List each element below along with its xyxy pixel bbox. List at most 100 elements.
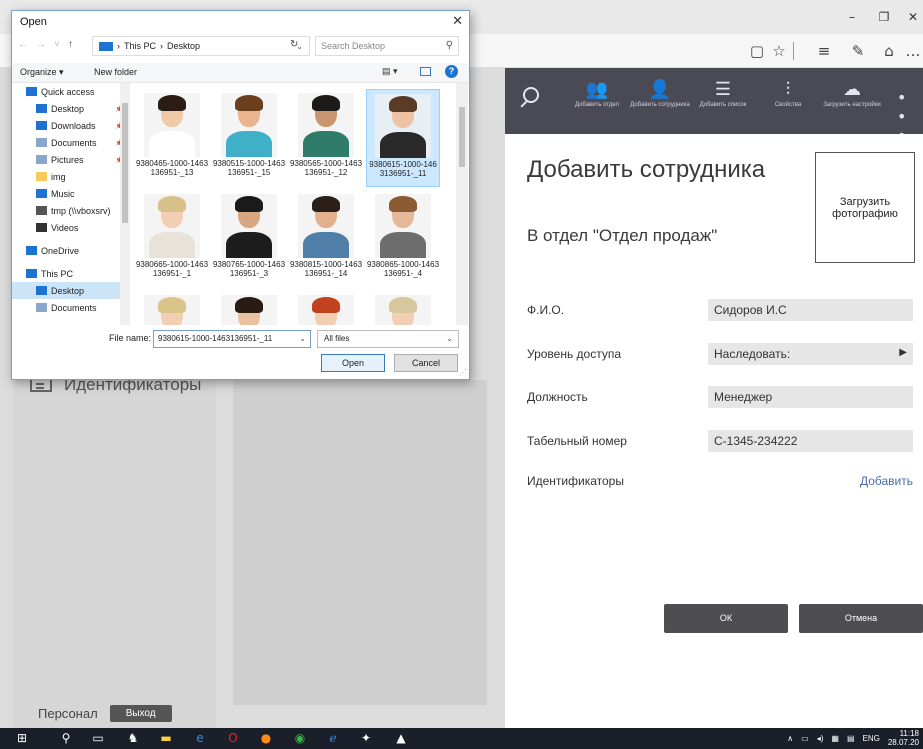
file-type-select[interactable]: All files ⌄ <box>317 330 459 348</box>
personal-tab[interactable]: Персонал <box>38 706 98 721</box>
add-list-button[interactable]: ☰ Добавить список <box>693 76 753 109</box>
restore-button[interactable]: ❐ <box>874 8 894 26</box>
file-explorer-icon[interactable]: ▬ <box>158 731 174 746</box>
file-item[interactable] <box>212 291 286 325</box>
web-note-icon[interactable]: ✎ <box>847 40 869 62</box>
notification-icon[interactable]: ▤ <box>847 734 855 743</box>
fullname-field[interactable]: Сидоров И.С <box>708 299 913 321</box>
position-field[interactable]: Менеджер <box>708 386 913 408</box>
dialog-command-bar: Organize ▾ New folder ▤ ▾ ? <box>12 63 469 83</box>
help-icon[interactable]: ? <box>445 65 458 78</box>
up-arrow-icon[interactable]: ↑ <box>68 39 73 50</box>
organize-menu[interactable]: Organize ▾ <box>20 67 64 78</box>
more-icon[interactable]: … <box>902 40 923 62</box>
preview-pane-icon[interactable] <box>420 67 431 76</box>
access-level-select[interactable]: Наследовать: ▶ <box>708 343 913 365</box>
file-item[interactable]: 9380465-1000-1463136951-_13 <box>135 89 209 187</box>
resize-grip-icon[interactable]: ⋰ <box>459 368 467 377</box>
tree-item[interactable]: img <box>12 168 130 185</box>
forward-arrow-icon[interactable]: → <box>36 39 46 50</box>
upload-photo-button[interactable]: Загрузить фотографию <box>815 152 915 263</box>
open-button[interactable]: Open <box>321 354 385 372</box>
app-icon[interactable]: ♞ <box>125 731 141 746</box>
tree-item[interactable]: Quick access <box>12 83 130 100</box>
tree-item[interactable]: This PC <box>12 265 130 282</box>
portrait-thumbnail <box>298 194 354 258</box>
cancel-button[interactable]: Отмена <box>799 604 923 633</box>
new-folder-button[interactable]: New folder <box>94 67 137 77</box>
start-icon[interactable]: ⊞ <box>14 731 30 746</box>
scrollbar-thumb[interactable] <box>459 107 465 167</box>
file-item[interactable]: 9380765-1000-1463136951-_3 <box>212 190 286 288</box>
network-icon[interactable]: ▭ <box>801 734 809 743</box>
ok-button[interactable]: ОК <box>664 604 788 633</box>
dialog-cancel-button[interactable]: Cancel <box>394 354 458 372</box>
browser-close-button[interactable]: ✕ <box>903 8 923 26</box>
chevron-down-icon[interactable]: ⌄ <box>299 334 306 343</box>
file-item[interactable] <box>366 291 440 325</box>
file-item[interactable]: 9380565-1000-1463136951-_12 <box>289 89 363 187</box>
firefox-icon[interactable]: ● <box>258 731 274 746</box>
add-employee-button[interactable]: 👤 Добавить сотрудника <box>630 76 690 109</box>
breadcrumb-this-pc[interactable]: This PC <box>124 41 156 51</box>
internet-explorer-icon[interactable]: ℯ <box>325 731 341 746</box>
hub-icon[interactable]: ≡ <box>813 40 835 62</box>
tree-item[interactable]: Desktop <box>12 282 130 299</box>
file-grid: 9380465-1000-1463136951-_13 9380515-1000-… <box>133 83 456 325</box>
refresh-icon[interactable]: ↻ <box>290 39 298 50</box>
dialog-close-button[interactable]: ✕ <box>452 13 463 29</box>
tree-item[interactable]: Downloads📌 <box>12 117 130 134</box>
properties-button[interactable]: ⫶ Свойства <box>758 76 818 109</box>
file-item[interactable] <box>289 291 363 325</box>
photos-icon[interactable]: ▲ <box>393 731 409 746</box>
search-desktop-input[interactable]: Search Desktop ⚲ <box>315 36 459 56</box>
view-options-icon[interactable]: ▤ ▾ <box>382 66 398 77</box>
add-employee-icon: 👤 <box>648 79 672 99</box>
address-bar[interactable]: › This PC › Desktop ⌄ <box>92 36 310 56</box>
recent-chevron-icon[interactable]: ˅ <box>54 39 60 50</box>
tree-item[interactable]: Desktop📌 <box>12 100 130 117</box>
file-grid-scrollbar[interactable] <box>456 83 468 325</box>
personnel-number-field[interactable]: С-1345-234222 <box>708 430 913 452</box>
breadcrumb-desktop[interactable]: Desktop <box>167 41 200 51</box>
file-item[interactable]: 9380865-1000-1463136951-_4 <box>366 190 440 288</box>
file-item[interactable]: 9380515-1000-1463136951-_15 <box>212 89 286 187</box>
tree-item[interactable]: Documents📌 <box>12 134 130 151</box>
tree-item[interactable]: Videos <box>12 219 130 236</box>
tree-item-label: Downloads <box>51 120 96 131</box>
tree-item[interactable]: Music <box>12 185 130 202</box>
file-name-input[interactable]: 9380615-1000-1463136951-_11 ⌄ <box>153 330 311 348</box>
keyboard-icon[interactable]: ▦ <box>831 734 839 743</box>
scrollbar-thumb[interactable] <box>122 103 128 223</box>
edge-icon[interactable]: e <box>192 731 208 746</box>
upload-settings-button[interactable]: ☁ Загрузить настройки <box>822 76 882 109</box>
task-view-icon[interactable]: ▭ <box>90 731 106 746</box>
minimize-button[interactable]: – <box>842 8 862 26</box>
tree-item[interactable]: Documents <box>12 299 130 316</box>
file-item[interactable]: 9380665-1000-1463136951-_1 <box>135 190 209 288</box>
app-icon[interactable]: ✦ <box>358 731 374 746</box>
back-arrow-icon[interactable]: ← <box>18 39 28 50</box>
exit-button[interactable]: Выход <box>109 705 172 722</box>
add-department-button[interactable]: 👥 Добавить отдел <box>567 76 627 109</box>
language-indicator[interactable]: ENG <box>863 734 880 743</box>
clock[interactable]: 11:18 28.07.20 <box>888 729 919 747</box>
tree-item[interactable]: Pictures📌 <box>12 151 130 168</box>
opera-icon[interactable]: O <box>225 731 241 746</box>
search-icon[interactable] <box>520 84 546 110</box>
tree-item[interactable]: OneDrive <box>12 242 130 259</box>
chevron-up-icon[interactable]: ∧ <box>787 734 793 743</box>
chrome-icon[interactable]: ◉ <box>292 731 308 746</box>
share-icon[interactable]: ⌂ <box>878 40 900 62</box>
favorite-icon[interactable]: ☆ <box>768 40 790 62</box>
search-placeholder: Search Desktop <box>321 41 386 51</box>
tree-item[interactable]: tmp (\\vboxsrv) <box>12 202 130 219</box>
volume-icon[interactable]: ◂) <box>817 734 824 743</box>
file-item[interactable] <box>135 291 209 325</box>
navigation-scrollbar[interactable] <box>120 83 130 325</box>
search-icon[interactable]: ⚲ <box>58 731 74 746</box>
file-item[interactable]: 9380615-1000-1463136951-_11 <box>366 89 440 187</box>
add-identifier-link[interactable]: Добавить <box>860 474 913 488</box>
reading-view-icon[interactable]: ▢ <box>746 40 768 62</box>
file-item[interactable]: 9380815-1000-1463136951-_14 <box>289 190 363 288</box>
